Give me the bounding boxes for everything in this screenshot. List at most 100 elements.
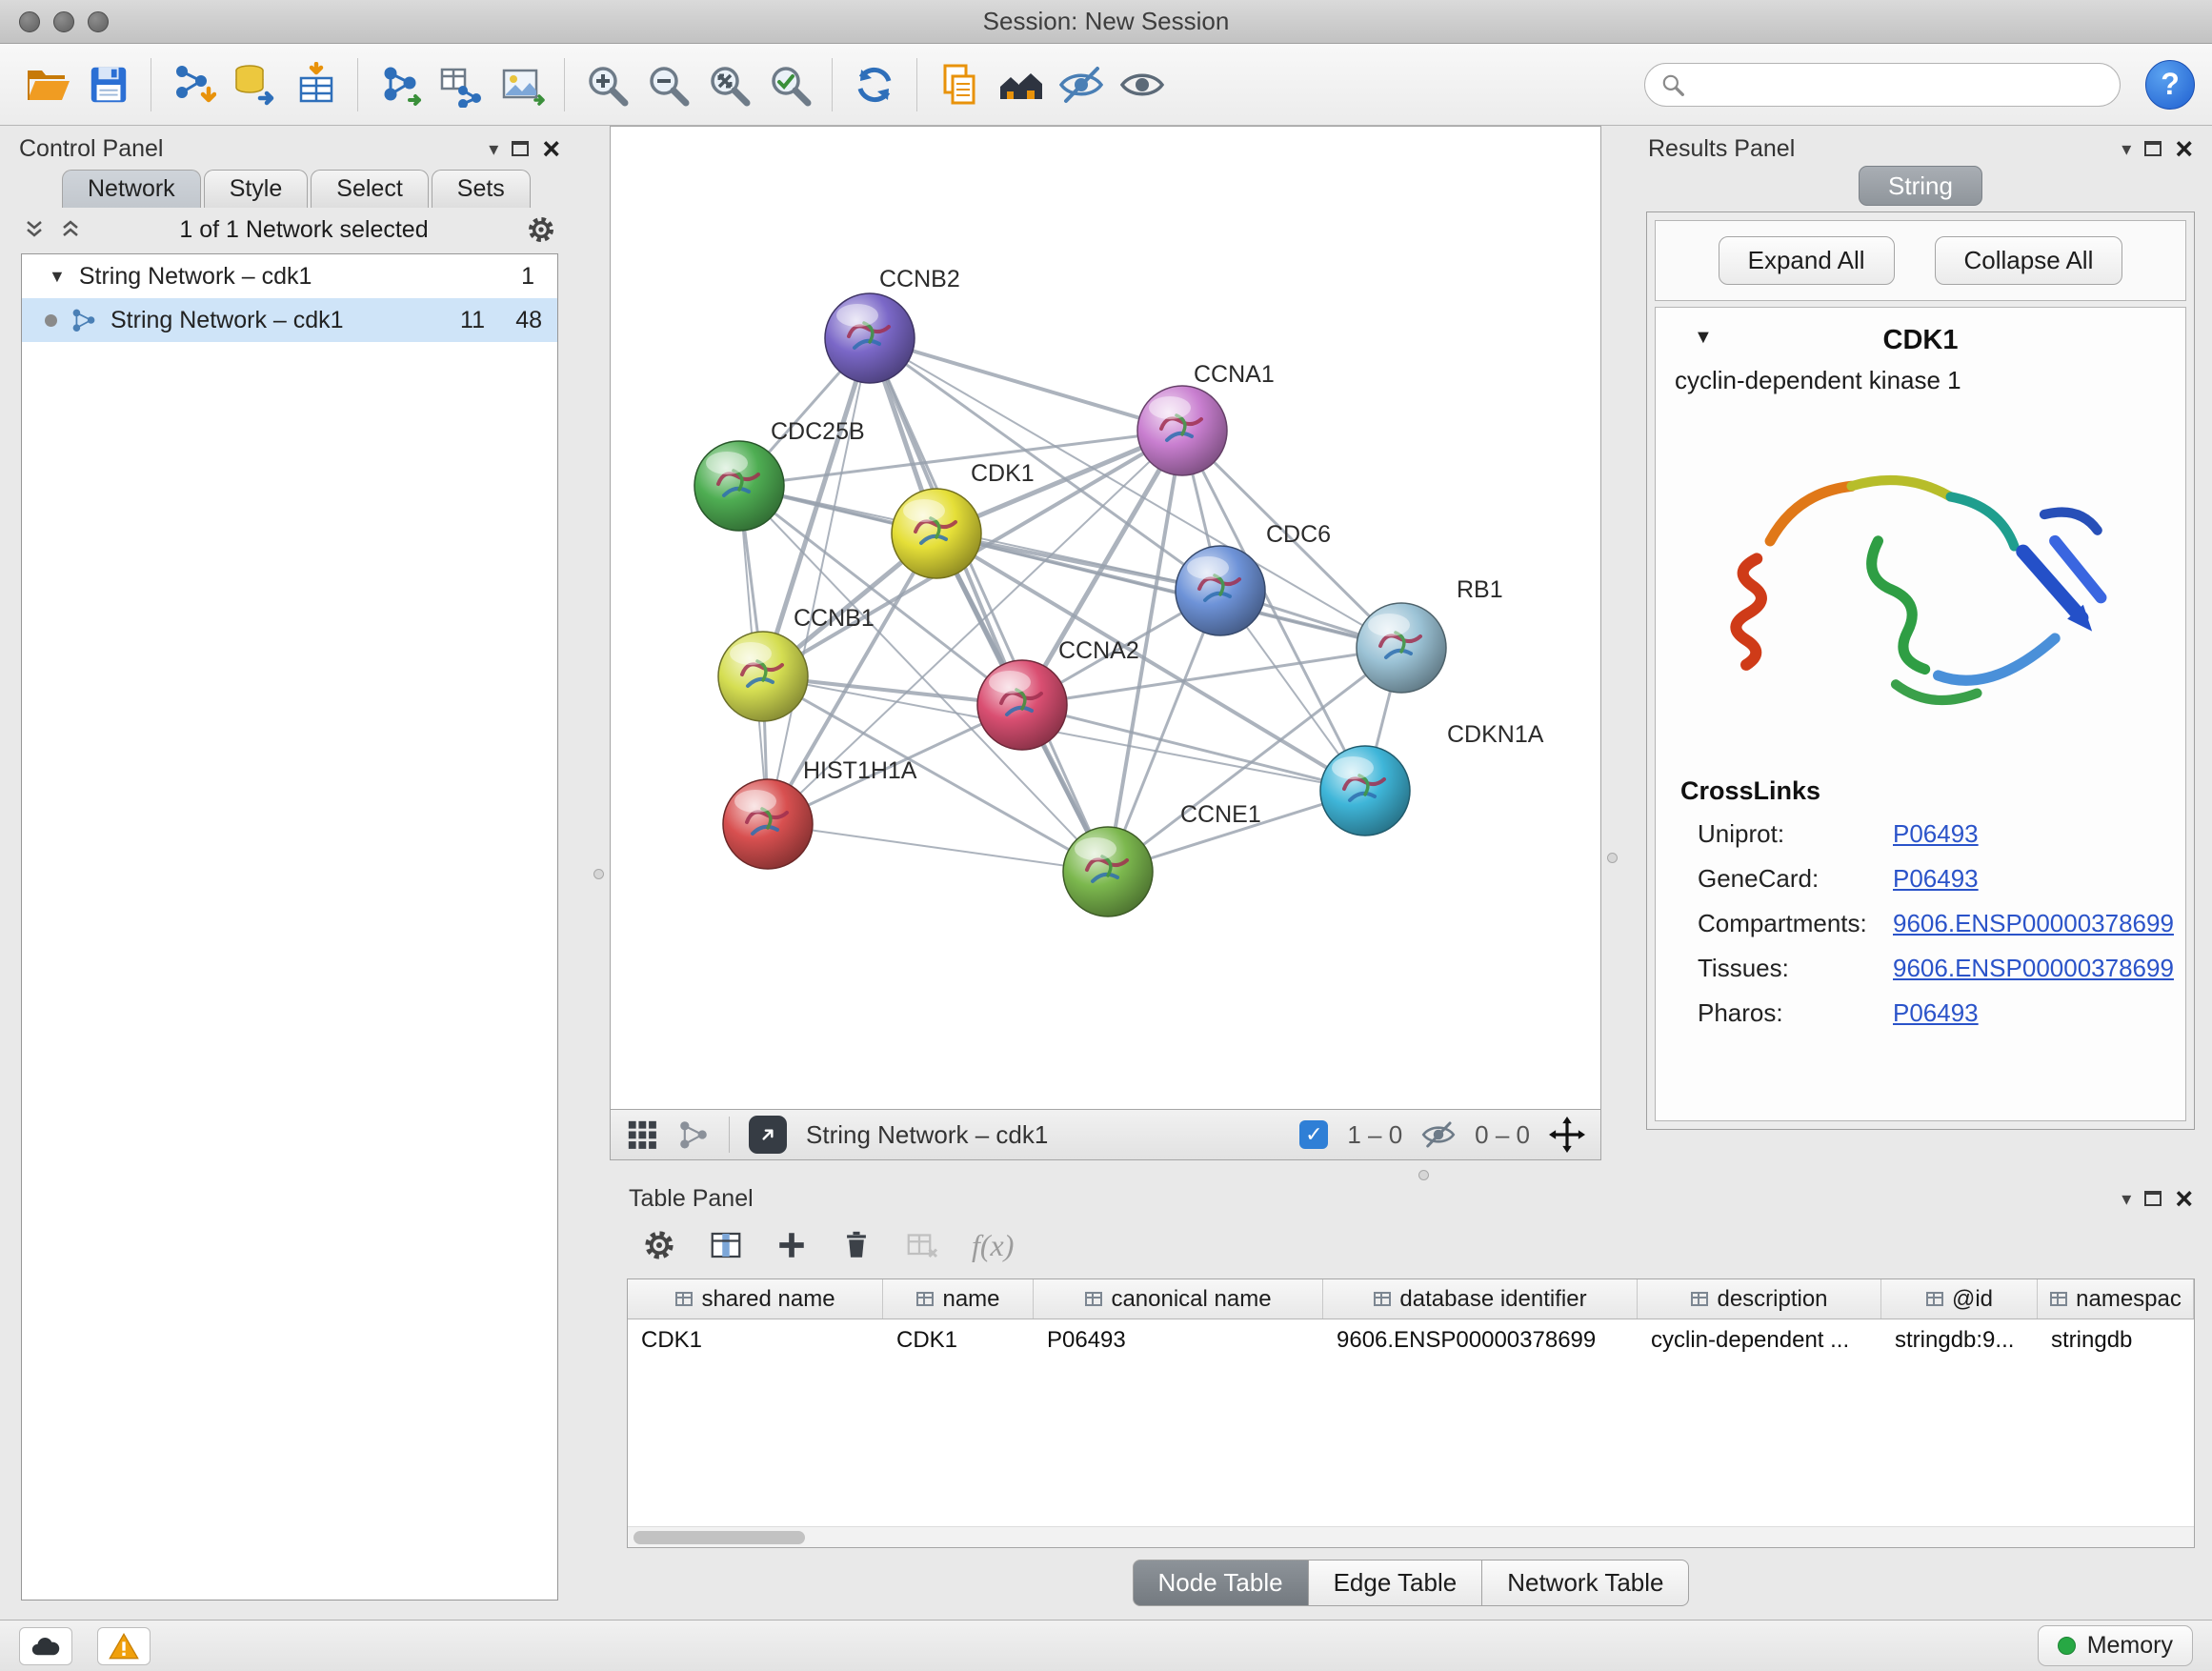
panel-float-icon[interactable] (2144, 1191, 2162, 1206)
expand-all-button[interactable]: Expand All (1719, 236, 1895, 285)
close-window-button[interactable] (19, 11, 40, 32)
panel-menu-chevron-icon[interactable]: ▾ (489, 137, 498, 161)
add-row-plus-icon[interactable] (775, 1229, 808, 1261)
collapse-all-button[interactable]: Collapse All (1935, 236, 2123, 285)
pan-crosshair-icon[interactable] (1549, 1117, 1585, 1153)
network-edge-CCNB2-CCNE1[interactable] (870, 338, 1108, 872)
selected-nodes-checkbox[interactable]: ✓ (1299, 1120, 1328, 1149)
clone-network-button[interactable] (929, 53, 990, 116)
zoom-fit-button[interactable] (698, 53, 759, 116)
minimize-window-button[interactable] (53, 11, 74, 32)
table-cell[interactable]: CDK1 (628, 1319, 883, 1361)
crosslink-value-link[interactable]: 9606.ENSP00000378699 (1893, 909, 2185, 938)
column-sort-icon[interactable] (1925, 1290, 1944, 1309)
table-cell[interactable]: P06493 (1034, 1319, 1323, 1361)
zoom-window-button[interactable] (88, 11, 109, 32)
crosslink-value-link[interactable]: P06493 (1893, 864, 2185, 894)
warnings-button[interactable] (97, 1627, 151, 1665)
column-sort-icon[interactable] (1690, 1290, 1709, 1309)
panel-float-icon[interactable] (2144, 141, 2162, 156)
column-header-description[interactable]: description (1638, 1279, 1881, 1319)
column-sort-icon[interactable] (1373, 1290, 1392, 1309)
gene-card-expander-icon[interactable]: ▼ (1694, 327, 1713, 349)
open-session-button[interactable] (17, 53, 78, 116)
column-sort-icon[interactable] (2049, 1290, 2068, 1309)
save-session-button[interactable] (78, 53, 139, 116)
export-image-button[interactable] (492, 53, 553, 116)
expand-all-icon[interactable] (59, 218, 82, 241)
table-tab-node-table[interactable]: Node Table (1133, 1560, 1309, 1606)
table-tab-network-table[interactable]: Network Table (1482, 1560, 1689, 1606)
apply-layout-button[interactable] (844, 53, 905, 116)
network-edge-HIST1H1A-CCNE1[interactable] (768, 824, 1108, 872)
network-row-selected[interactable]: String Network – cdk1 11 48 (22, 298, 557, 342)
column-header-database-identifier[interactable]: database identifier (1323, 1279, 1638, 1319)
zoom-selected-button[interactable] (759, 53, 820, 116)
collection-expander-icon[interactable]: ▼ (49, 267, 66, 287)
network-collection-row[interactable]: ▼ String Network – cdk1 1 (22, 254, 557, 298)
tab-string[interactable]: String (1859, 166, 1982, 206)
grid-view-icon[interactable] (626, 1118, 658, 1151)
table-tab-edge-table[interactable]: Edge Table (1309, 1560, 1483, 1606)
import-table-file-button[interactable] (285, 53, 346, 116)
panel-close-icon[interactable]: × (2175, 1186, 2193, 1211)
column-sort-icon[interactable] (915, 1290, 935, 1309)
column-header-name[interactable]: name (883, 1279, 1034, 1319)
column-header-shared-name[interactable]: shared name (628, 1279, 883, 1319)
hidden-elements-icon[interactable] (1421, 1117, 1456, 1152)
column-sort-icon[interactable] (1084, 1290, 1103, 1309)
table-cell[interactable]: stringdb:9... (1881, 1319, 2038, 1361)
insert-column-icon[interactable] (709, 1228, 743, 1262)
show-graphics-details-button[interactable] (1112, 53, 1173, 116)
control-tab-network[interactable]: Network (62, 170, 201, 208)
network-edge-CDK1-RB1[interactable] (936, 534, 1401, 648)
splitter-handle-right[interactable] (1607, 853, 1618, 863)
network-edge-CCNB2-HIST1H1A[interactable] (768, 338, 870, 824)
panel-float-icon[interactable] (512, 141, 529, 156)
network-options-gear-icon[interactable] (526, 214, 556, 245)
network-canvas[interactable]: CCNB2CCNA1CDC25BCDK1CDC6RB1CCNB1CCNA2CDK… (610, 126, 1601, 1109)
search-input[interactable] (1695, 71, 2104, 98)
new-network-button[interactable] (370, 53, 431, 116)
table-cell[interactable]: stringdb (2038, 1319, 2194, 1361)
import-network-file-button[interactable] (163, 53, 224, 116)
table-horizontal-scrollbar[interactable] (628, 1526, 2194, 1547)
import-network-database-button[interactable] (224, 53, 285, 116)
cloud-status-button[interactable] (19, 1627, 72, 1665)
network-edge-CCNA2-CDKN1A[interactable] (1022, 705, 1365, 791)
open-in-new-window-button[interactable] (749, 1116, 787, 1154)
network-graph[interactable]: CCNB2CCNA1CDC25BCDK1CDC6RB1CCNB1CCNA2CDK… (611, 127, 1600, 1104)
network-view-share-icon[interactable] (677, 1118, 710, 1151)
control-tab-sets[interactable]: Sets (432, 170, 531, 208)
crosslink-value-link[interactable]: P06493 (1893, 998, 2185, 1028)
home-networks-button[interactable] (990, 53, 1051, 116)
hide-graphics-details-button[interactable] (1051, 53, 1112, 116)
table-cell[interactable]: 9606.ENSP00000378699 (1323, 1319, 1638, 1361)
panel-close-icon[interactable]: × (2175, 136, 2193, 161)
zoom-in-button[interactable] (576, 53, 637, 116)
table-cell[interactable]: cyclin-dependent ... (1638, 1319, 1881, 1361)
help-button[interactable]: ? (2145, 60, 2195, 110)
column-header-canonical-name[interactable]: canonical name (1034, 1279, 1323, 1319)
network-from-table-button[interactable] (431, 53, 492, 116)
crosslink-value-link[interactable]: P06493 (1893, 819, 2185, 849)
toolbar-search[interactable] (1644, 63, 2121, 107)
control-tab-style[interactable]: Style (204, 170, 309, 208)
panel-menu-chevron-icon[interactable]: ▾ (2122, 1187, 2131, 1211)
scrollbar-thumb[interactable] (633, 1531, 805, 1544)
panel-close-icon[interactable]: × (542, 136, 560, 161)
network-edge-CCNB2-CCNA1[interactable] (870, 338, 1182, 431)
table-cell[interactable]: CDK1 (883, 1319, 1034, 1361)
table-row[interactable]: CDK1CDK1P064939606.ENSP00000378699cyclin… (628, 1319, 2194, 1361)
column-header-namespac[interactable]: namespac (2038, 1279, 2194, 1319)
collapse-all-icon[interactable] (23, 218, 46, 241)
memory-button[interactable]: Memory (2038, 1625, 2193, 1666)
delete-column-trash-icon[interactable] (840, 1229, 873, 1261)
splitter-handle-left[interactable] (593, 869, 604, 879)
gene-card-header[interactable]: ▼ CDK1 (1656, 308, 2185, 366)
function-builder-button[interactable]: f(x) (972, 1228, 1014, 1263)
column-sort-icon[interactable] (674, 1290, 694, 1309)
crosslink-value-link[interactable]: 9606.ENSP00000378699 (1893, 954, 2185, 983)
column-header--id[interactable]: @id (1881, 1279, 2038, 1319)
control-tab-select[interactable]: Select (311, 170, 428, 208)
